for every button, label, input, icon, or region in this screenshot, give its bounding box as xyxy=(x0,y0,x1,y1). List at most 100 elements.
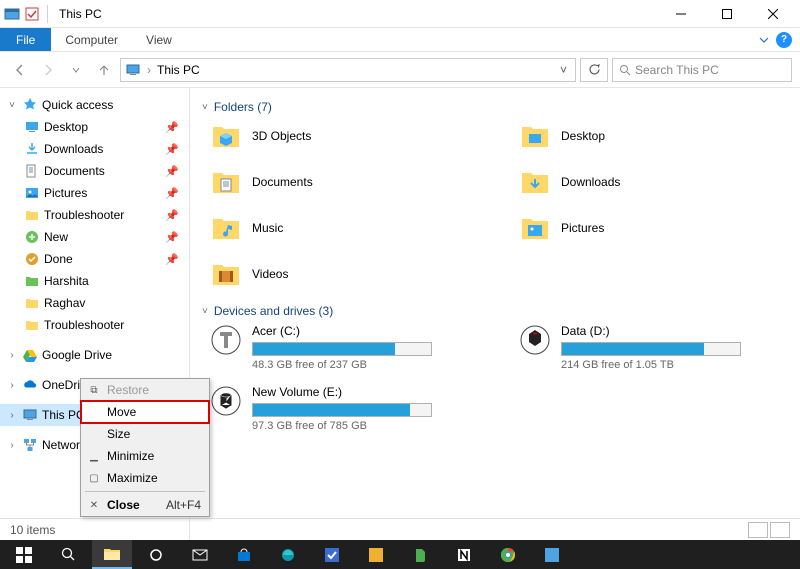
taskbar-app-yellow[interactable] xyxy=(356,540,396,569)
folder-music[interactable]: Music xyxy=(210,212,479,244)
menu-close[interactable]: ✕CloseAlt+F4 xyxy=(81,494,209,516)
sidebar-item-harshita[interactable]: Harshita xyxy=(0,270,189,292)
network-icon xyxy=(22,437,38,453)
folder-documents[interactable]: Documents xyxy=(210,166,479,198)
desktop-icon xyxy=(24,119,40,135)
folder-videos[interactable]: Videos xyxy=(210,258,479,290)
taskbar-chrome[interactable] xyxy=(488,540,528,569)
window-title: This PC xyxy=(59,7,102,21)
maximize-icon: ▢ xyxy=(87,473,101,484)
sidebar-item-done[interactable]: Done📌 xyxy=(0,248,189,270)
tab-computer[interactable]: Computer xyxy=(51,28,132,51)
help-icon[interactable]: ? xyxy=(776,32,792,48)
menu-size[interactable]: Size xyxy=(81,423,209,445)
recent-locations-button[interactable] xyxy=(64,58,88,82)
content-pane: ˅ Folders (7) 3D Objects Desktop Documen… xyxy=(190,88,800,540)
drives-section-header[interactable]: ˅ Devices and drives (3) xyxy=(202,304,788,318)
sidebar-item-troubleshooter[interactable]: Troubleshooter📌 xyxy=(0,204,189,226)
sidebar-item-troubleshooter-2[interactable]: Troubleshooter xyxy=(0,314,189,336)
drive-icon xyxy=(210,324,242,356)
folder-desktop[interactable]: Desktop xyxy=(519,120,788,152)
taskbar-notion[interactable] xyxy=(444,540,484,569)
folder-3d-objects[interactable]: 3D Objects xyxy=(210,120,479,152)
folders-section-header[interactable]: ˅ Folders (7) xyxy=(202,100,788,114)
restore-icon: ⧉ xyxy=(87,385,101,396)
folder-icon xyxy=(24,317,40,333)
title-bar: This PC xyxy=(0,0,800,28)
taskbar-search[interactable] xyxy=(48,540,88,569)
back-button[interactable] xyxy=(8,58,32,82)
menu-minimize[interactable]: ▁Minimize xyxy=(81,445,209,467)
chevron-right-icon[interactable]: › xyxy=(6,440,18,451)
search-box[interactable]: Search This PC xyxy=(612,58,792,82)
folder-icon xyxy=(24,295,40,311)
chevron-right-icon[interactable]: › xyxy=(6,350,18,361)
downloads-folder-icon xyxy=(519,166,551,198)
3d-objects-icon xyxy=(210,120,242,152)
large-icons-view-button[interactable] xyxy=(770,522,790,538)
sidebar-item-desktop[interactable]: Desktop📌 xyxy=(0,116,189,138)
drive-capacity-bar xyxy=(252,403,432,417)
menu-separator xyxy=(85,491,205,492)
taskbar-explorer[interactable] xyxy=(92,540,132,569)
sidebar-item-new[interactable]: New📌 xyxy=(0,226,189,248)
sidebar-item-pictures[interactable]: Pictures📌 xyxy=(0,182,189,204)
forward-button[interactable] xyxy=(36,58,60,82)
folder-pictures[interactable]: Pictures xyxy=(519,212,788,244)
properties-icon[interactable] xyxy=(24,6,40,22)
quick-access-toolbar xyxy=(4,5,51,23)
taskbar-app-blue[interactable] xyxy=(532,540,572,569)
sidebar-item-raghav[interactable]: Raghav xyxy=(0,292,189,314)
pin-icon: 📌 xyxy=(165,143,179,156)
ribbon: File Computer View ? xyxy=(0,28,800,52)
taskbar-mail[interactable] xyxy=(180,540,220,569)
pictures-icon xyxy=(24,185,40,201)
taskbar-edge[interactable] xyxy=(268,540,308,569)
pin-icon: 📌 xyxy=(165,253,179,266)
star-icon xyxy=(22,97,38,113)
this-pc-icon xyxy=(22,407,38,423)
address-bar[interactable]: › This PC ˅ xyxy=(120,58,576,82)
minimize-button[interactable] xyxy=(658,0,704,28)
pin-icon: 📌 xyxy=(165,209,179,222)
documents-icon xyxy=(24,163,40,179)
chevron-down-icon: ˅ xyxy=(202,306,208,317)
up-button[interactable] xyxy=(92,58,116,82)
app-icon xyxy=(4,6,20,22)
drive-new-volume-e[interactable]: New Volume (E:) 97.3 GB free of 785 GB xyxy=(210,385,479,432)
music-folder-icon xyxy=(210,212,242,244)
menu-maximize[interactable]: ▢Maximize xyxy=(81,467,209,489)
start-button[interactable] xyxy=(4,540,44,569)
chevron-down-icon: ˅ xyxy=(202,102,208,113)
maximize-button[interactable] xyxy=(704,0,750,28)
drive-acer-c[interactable]: Acer (C:) 48.3 GB free of 237 GB xyxy=(210,324,479,371)
close-button[interactable] xyxy=(750,0,796,28)
taskbar-todo[interactable] xyxy=(312,540,352,569)
sidebar-item-documents[interactable]: Documents📌 xyxy=(0,160,189,182)
sidebar-item-downloads[interactable]: Downloads📌 xyxy=(0,138,189,160)
quick-access-root[interactable]: ˅ Quick access xyxy=(0,94,189,116)
tab-file[interactable]: File xyxy=(0,28,51,51)
downloads-icon xyxy=(24,141,40,157)
taskbar-settings[interactable] xyxy=(136,540,176,569)
sidebar-google-drive[interactable]: ›Google Drive xyxy=(0,344,189,366)
menu-move[interactable]: Move xyxy=(81,401,209,423)
chevron-down-icon[interactable]: ˅ xyxy=(6,100,18,111)
ribbon-chevron-icon[interactable] xyxy=(758,34,770,46)
folder-downloads[interactable]: Downloads xyxy=(519,166,788,198)
taskbar-evernote[interactable] xyxy=(400,540,440,569)
drive-data-d[interactable]: Data (D:) 214 GB free of 1.05 TB xyxy=(519,324,788,371)
tab-view[interactable]: View xyxy=(132,28,186,51)
google-drive-icon xyxy=(22,347,38,363)
chevron-right-icon[interactable]: › xyxy=(6,410,18,421)
address-dropdown-icon[interactable]: ˅ xyxy=(556,63,571,77)
details-view-button[interactable] xyxy=(748,522,768,538)
close-icon: ✕ xyxy=(87,500,101,511)
address-text: This PC xyxy=(157,63,200,77)
taskbar-store[interactable] xyxy=(224,540,264,569)
desktop-folder-icon xyxy=(519,120,551,152)
chevron-right-icon[interactable]: › xyxy=(6,380,18,391)
system-menu: ⧉Restore Move Size ▁Minimize ▢Maximize ✕… xyxy=(80,378,210,517)
refresh-button[interactable] xyxy=(580,58,608,82)
documents-folder-icon xyxy=(210,166,242,198)
